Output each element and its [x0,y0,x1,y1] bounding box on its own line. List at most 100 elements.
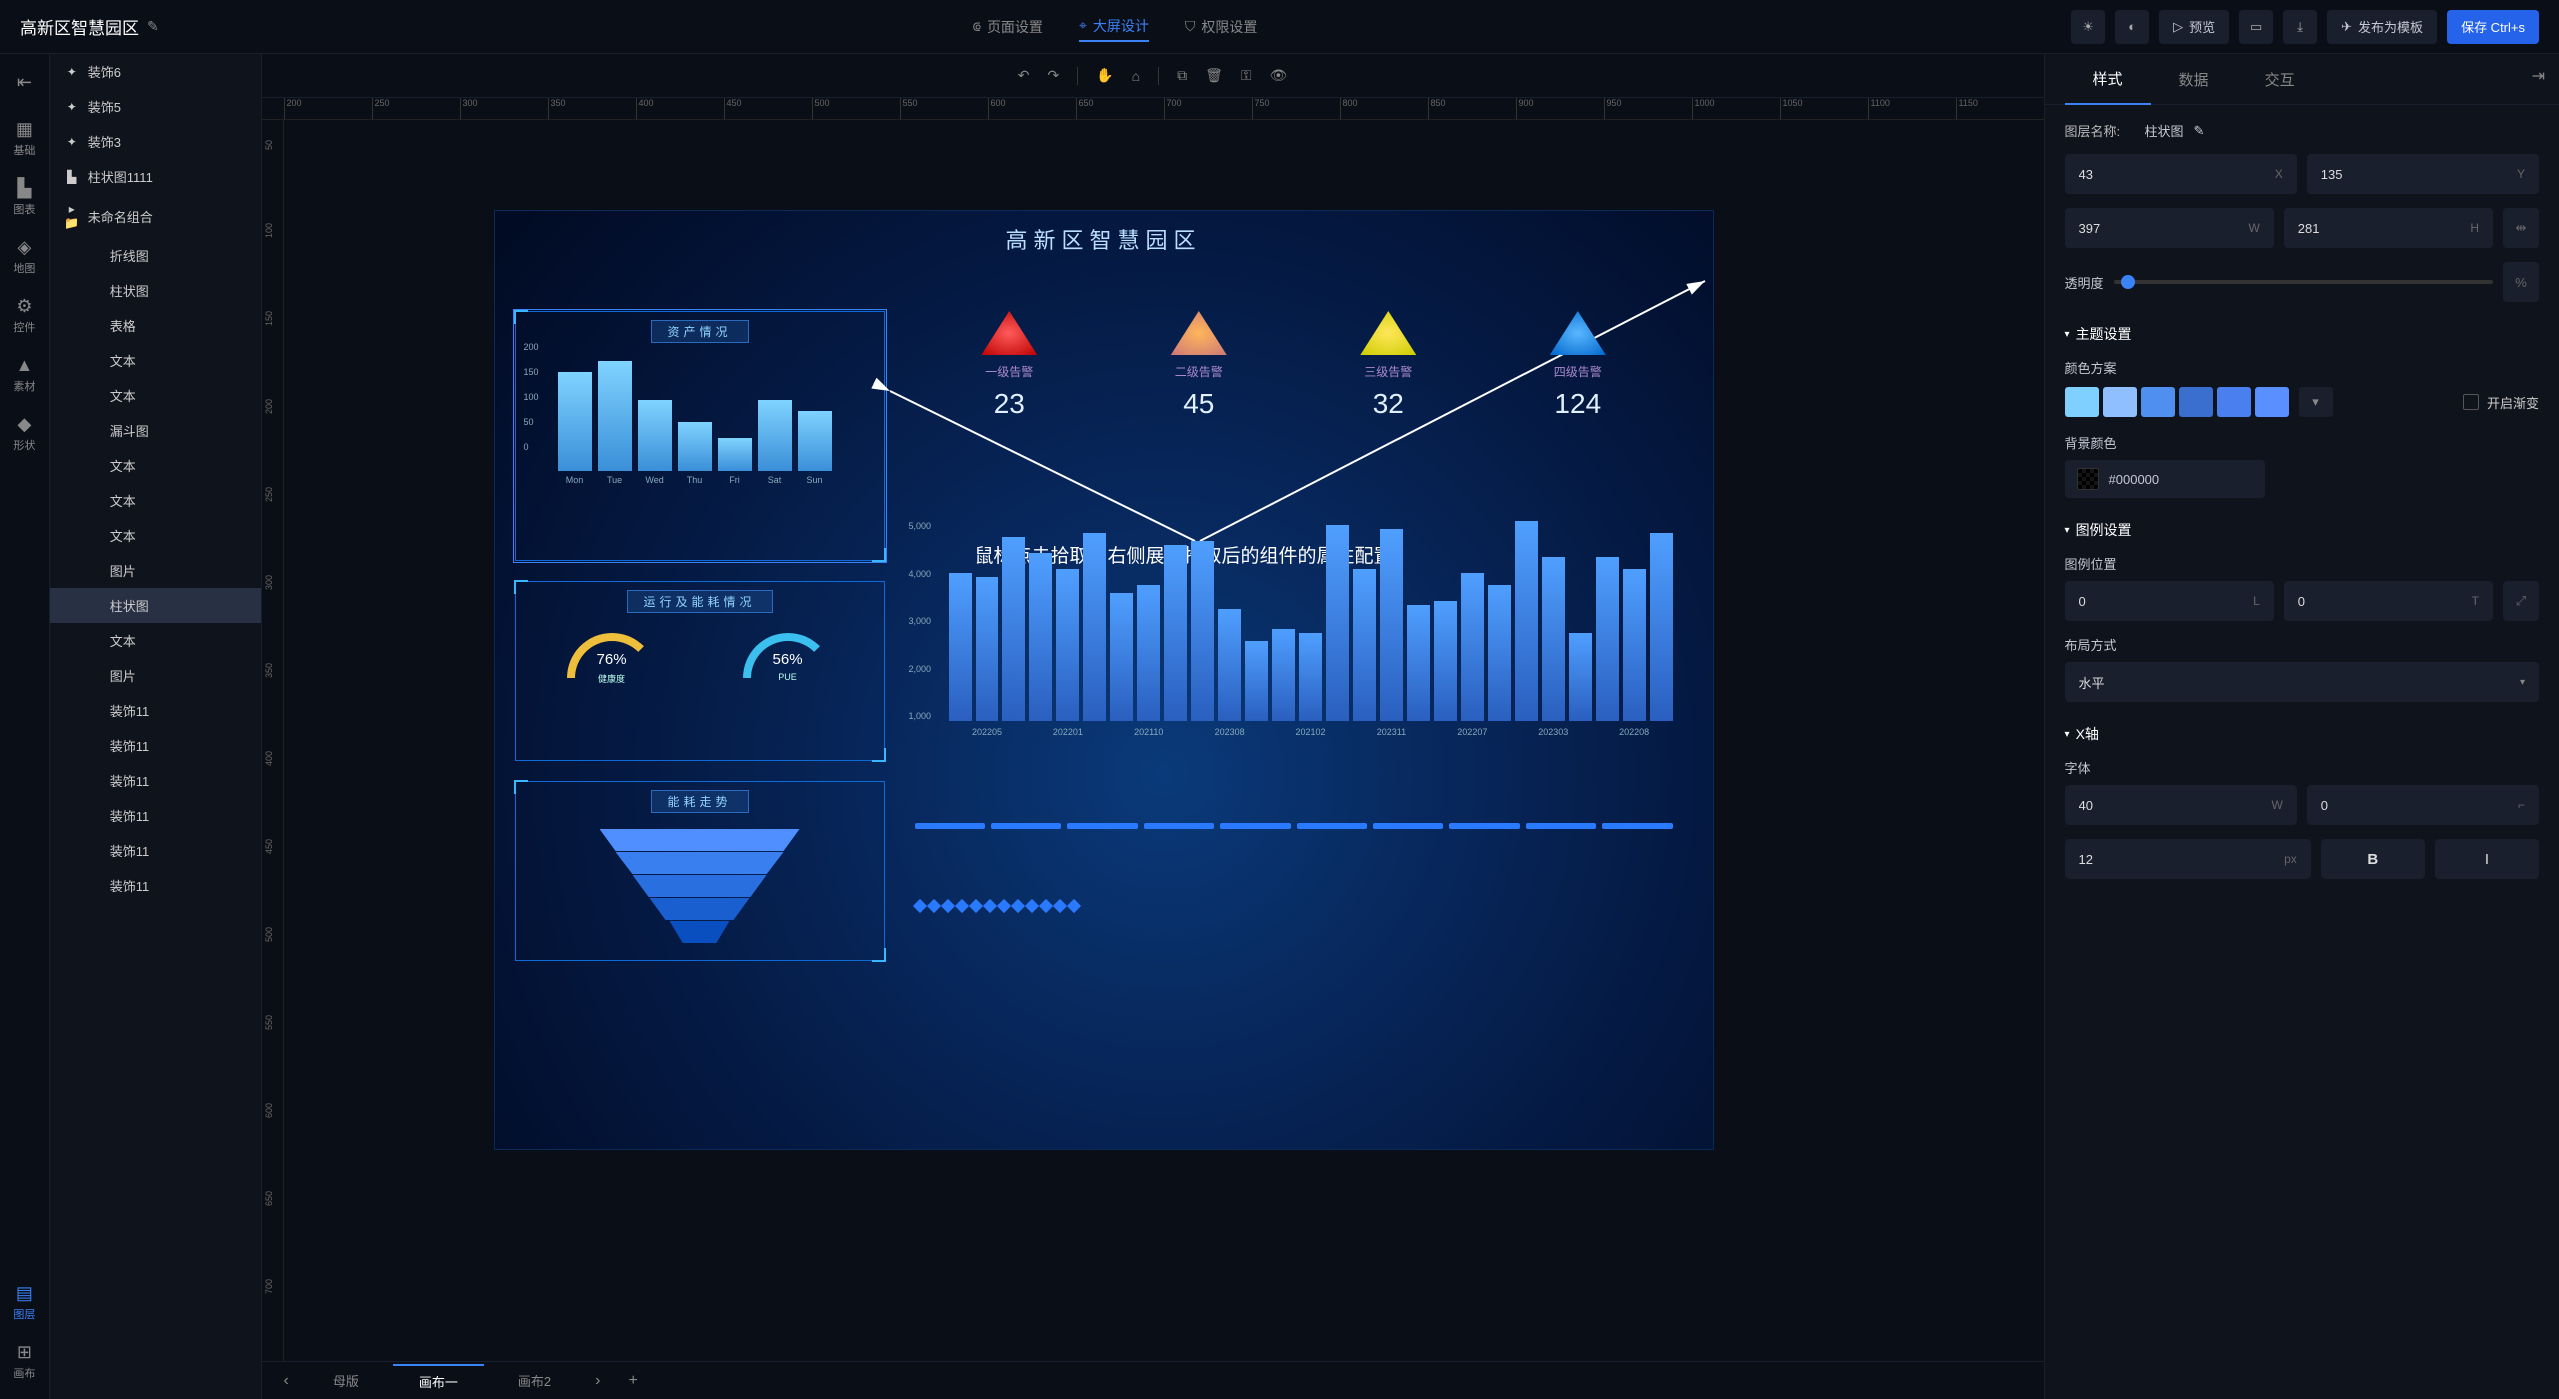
xaxis-fontsize-input[interactable]: W [2065,785,2297,825]
delete-icon[interactable]: 🗑 [1205,67,1223,84]
layer-item[interactable]: 图片 [50,553,261,588]
xaxis-weight-input[interactable]: ⌐ [2307,785,2539,825]
rail-material[interactable]: ▲素材 [1,349,47,400]
home-icon[interactable]: ⌂ [1132,68,1140,84]
panel-collapse-icon[interactable]: ⇥ [2532,66,2545,86]
alarm-metrics: 一级告警23二级告警45三级告警32四级告警124 [915,311,1673,420]
redo-icon[interactable]: ↷ [1047,67,1059,84]
panel-ops[interactable]: 运行及能耗情况 76% 健康度 56% PUE [515,581,885,761]
decoration-diamonds [915,901,1673,911]
legend-pos-label: 图例位置 [2065,554,2539,573]
preview-button[interactable]: ▷ 预览 [2159,10,2229,44]
pan-icon[interactable]: ✋ [1096,67,1113,84]
layer-item[interactable]: ▸ 📁未命名组合 [50,194,261,238]
tab-master[interactable]: 母版 [307,1365,385,1396]
bold-toggle[interactable]: B [2321,839,2425,879]
screen-icon[interactable]: ▭ [2239,10,2273,44]
swatch-dropdown-icon[interactable]: ▾ [2299,387,2333,417]
layer-item[interactable]: 表格 [50,308,261,343]
layer-item[interactable]: ✦装饰3 [50,124,261,159]
section-legend[interactable]: ▾图例设置 [2065,520,2539,540]
layer-item[interactable]: 装饰11 [50,693,261,728]
rail-canvas[interactable]: ⊞画布 [1,1336,47,1387]
opacity-slider[interactable] [2114,280,2493,284]
canvas-tab-bar: ‹ 母版 画布一 画布2 › + [262,1361,2044,1399]
size-h-input[interactable]: H [2284,208,2493,248]
layer-item[interactable]: 装饰11 [50,798,261,833]
legend-top-input[interactable]: T [2284,581,2493,621]
publish-template-button[interactable]: ✈ 发布为模板 [2327,10,2437,44]
theme-sun-icon[interactable]: ☀ [2071,10,2105,44]
bg-color-input[interactable]: #000000 [2065,460,2265,498]
layer-item[interactable]: 文本 [50,483,261,518]
tab-canvas2[interactable]: 画布2 [492,1365,577,1396]
layer-item[interactable]: 柱状图 [50,273,261,308]
copy-icon[interactable]: ⧉ [1177,67,1187,84]
tab-canvas1[interactable]: 画布一 [393,1364,484,1397]
rail-layer[interactable]: ▤图层 [1,1277,47,1328]
nav-page-settings[interactable]: ⟃ 页面设置 [973,12,1043,42]
xaxis-font-label: 字体 [2065,758,2539,777]
pos-x-input[interactable]: X [2065,154,2297,194]
tab-interact[interactable]: 交互 [2237,55,2323,104]
layer-item[interactable]: 柱状图 [50,588,261,623]
panel-energy-trend[interactable]: 能耗走势 ShowClickVisitInquiryOrder [515,781,885,961]
gradient-checkbox[interactable]: 开启渐变 [2463,393,2539,412]
rail-collapse-icon[interactable]: ⇤ [1,66,47,101]
design-stage[interactable]: 高新区智慧园区 资产情况 200150100500 MonTueWedThuFr… [494,210,1714,1150]
layer-name-value: 柱状图 [2145,121,2184,140]
design-icon: ⌖ [1079,17,1087,34]
layer-item[interactable]: ✦装饰5 [50,89,261,124]
nav-screen-design[interactable]: ⌖ 大屏设计 [1079,12,1149,42]
layer-item[interactable]: 漏斗图 [50,413,261,448]
section-xaxis[interactable]: ▾X轴 [2065,724,2539,744]
layer-item[interactable]: 装饰11 [50,868,261,903]
rail-shape[interactable]: ◆形状 [1,408,47,459]
tab-add-icon[interactable]: + [618,1372,647,1390]
layer-item[interactable]: 折线图 [50,238,261,273]
xaxis-lineheight-input[interactable]: px [2065,839,2311,879]
tab-prev-icon[interactable]: ‹ [274,1372,299,1390]
legend-align-icon[interactable]: ⤢ [2503,581,2539,621]
tab-style[interactable]: 样式 [2065,54,2151,105]
rail-widget[interactable]: ⚙控件 [1,290,47,341]
app-title[interactable]: 高新区智慧园区 ✎ [20,14,159,39]
gauge-health: 76% 健康度 [557,633,667,713]
main-bar-chart[interactable]: 5,0004,0003,0002,0001,000 20220520220120… [915,521,1673,771]
legend-layout-select[interactable]: 水平▾ [2065,662,2539,702]
layer-item[interactable]: 文本 [50,448,261,483]
edit-layer-name-icon[interactable]: ✎ [2194,123,2205,139]
color-swatches[interactable] [2065,387,2289,417]
layer-item[interactable]: 装饰11 [50,833,261,868]
layer-item[interactable]: 文本 [50,378,261,413]
layer-item[interactable]: 装饰11 [50,763,261,798]
tab-data[interactable]: 数据 [2151,55,2237,104]
theme-moon-icon[interactable]: ◐ [2115,10,2149,44]
layer-item[interactable]: 图片 [50,658,261,693]
tab-next-icon[interactable]: › [585,1372,610,1390]
export-icon[interactable]: ⤓ [2283,10,2317,44]
legend-left-input[interactable]: L [2065,581,2274,621]
layer-item[interactable]: 装饰11 [50,728,261,763]
rail-basic[interactable]: ▦基础 [1,113,47,164]
layer-item[interactable]: ✦装饰6 [50,54,261,89]
pos-y-input[interactable]: Y [2307,154,2539,194]
layer-item[interactable]: 文本 [50,623,261,658]
rail-chart[interactable]: ▙图表 [1,172,47,223]
layer-item[interactable]: 文本 [50,343,261,378]
layer-panel: ✦装饰6✦装饰5✦装饰3▙柱状图1111▸ 📁未命名组合折线图柱状图表格文本文本… [50,54,262,1399]
layer-item[interactable]: 文本 [50,518,261,553]
visibility-icon[interactable]: 👁 [1270,67,1288,84]
undo-icon[interactable]: ↶ [1018,67,1030,84]
aspect-lock-icon[interactable]: ⇹ [2503,208,2539,248]
nav-permission[interactable]: ⛉ 权限设置 [1185,12,1258,42]
lock-icon[interactable]: ⚿ [1241,67,1252,84]
italic-toggle[interactable]: I [2435,839,2539,879]
edit-title-icon[interactable]: ✎ [147,18,159,35]
rail-map[interactable]: ◈地图 [1,231,47,282]
section-theme[interactable]: ▾主题设置 [2065,324,2539,344]
size-w-input[interactable]: W [2065,208,2274,248]
layer-item[interactable]: ▙柱状图1111 [50,159,261,194]
save-button[interactable]: 保存 Ctrl+s [2447,10,2539,44]
panel-assets[interactable]: 资产情况 200150100500 MonTueWedThuFriSatSun [515,311,885,561]
